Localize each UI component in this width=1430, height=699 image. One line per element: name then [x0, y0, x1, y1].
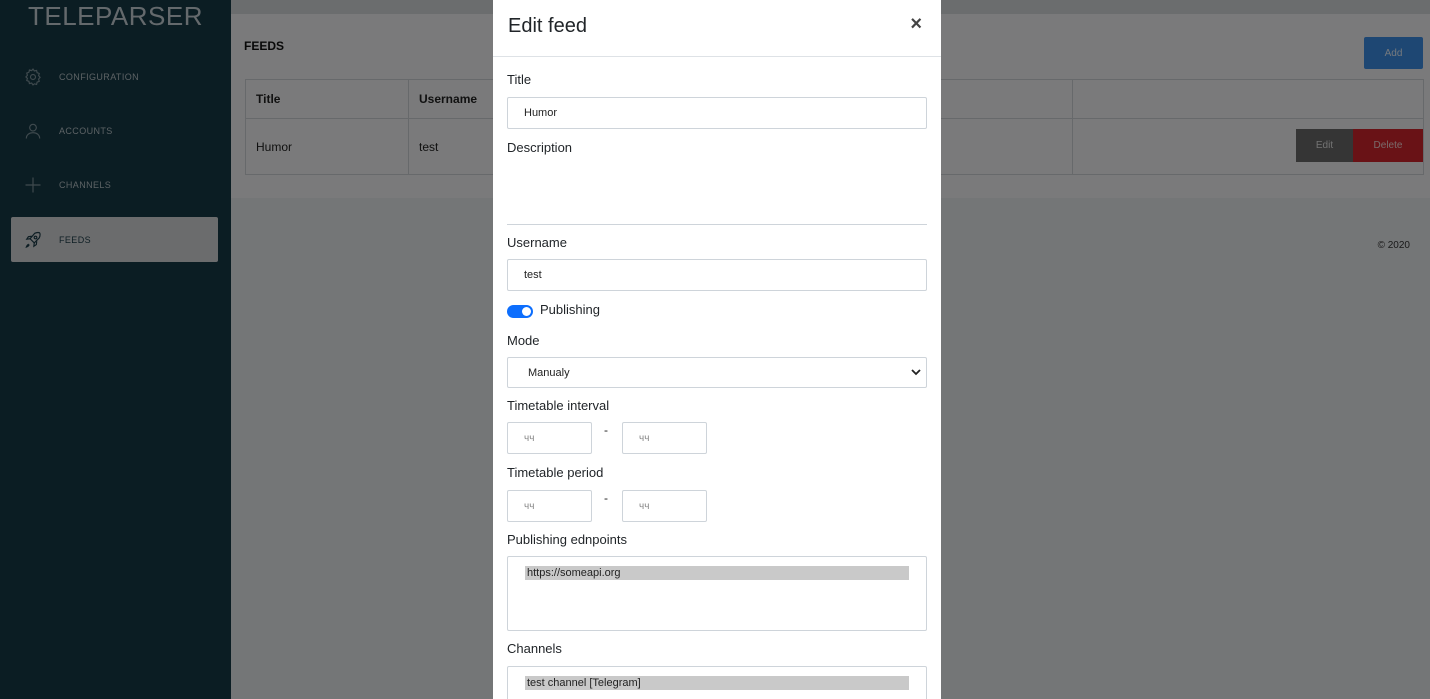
endpoints-label: Publishing ednpoints: [507, 532, 627, 547]
username-label: Username: [507, 235, 567, 250]
range-separator: -: [604, 491, 608, 505]
range-separator: -: [604, 423, 608, 437]
timetable-period-label: Timetable period: [507, 465, 604, 480]
publishing-toggle[interactable]: [507, 305, 533, 318]
mode-label: Mode: [507, 333, 540, 348]
channel-option[interactable]: test channel [Telegram]: [525, 676, 909, 690]
modal-header: Edit feed ×: [493, 0, 941, 57]
mode-selected-value: Manualy: [528, 366, 570, 379]
channels-listbox[interactable]: test channel [Telegram]: [507, 666, 927, 699]
timetable-interval-to-input[interactable]: чч: [622, 422, 707, 454]
timetable-period-from-input[interactable]: чч: [507, 490, 592, 522]
mode-select[interactable]: Manualy: [507, 357, 927, 388]
timetable-interval-label: Timetable interval: [507, 398, 610, 413]
endpoints-listbox[interactable]: https://someapi.org: [507, 556, 927, 631]
timetable-period-to-input[interactable]: чч: [622, 490, 707, 522]
toggle-knob: [522, 307, 531, 316]
modal-title: Edit feed: [508, 15, 587, 37]
username-input[interactable]: test: [507, 259, 927, 291]
close-button[interactable]: ×: [904, 12, 928, 37]
title-input[interactable]: Humor: [507, 97, 927, 129]
chevron-down-icon: [911, 369, 921, 376]
title-label: Title: [507, 72, 532, 87]
timetable-interval-from-input[interactable]: чч: [507, 422, 592, 454]
endpoint-option[interactable]: https://someapi.org: [525, 566, 909, 580]
description-label: Description: [507, 140, 573, 155]
publishing-label: Publishing: [540, 302, 600, 317]
channels-label: Channels: [507, 641, 562, 656]
description-input[interactable]: [507, 224, 927, 225]
edit-feed-modal: Edit feed × Title Humor Description User…: [493, 0, 941, 699]
